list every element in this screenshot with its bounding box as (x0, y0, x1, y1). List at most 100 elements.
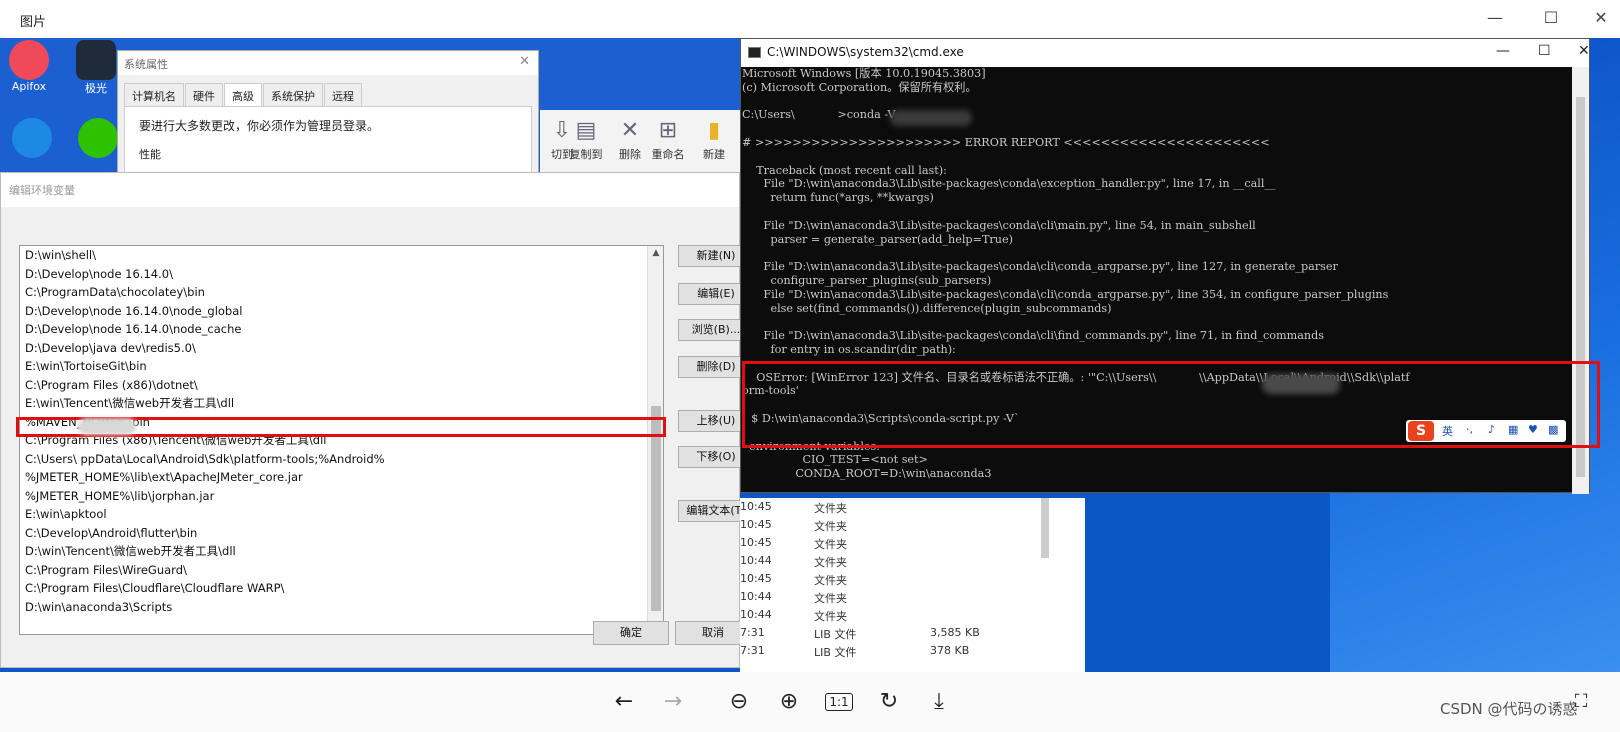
file-time: 10:45 (740, 500, 772, 513)
wechat-icon (78, 118, 118, 158)
path-item[interactable]: E:\win\Tencent\微信web开发者工具\dll (20, 394, 663, 413)
file-type: LIB 文件 (814, 646, 857, 659)
file-type: 文件夹 (814, 538, 847, 551)
path-item[interactable]: D:\Develop\java dev\redis5.0\ (20, 339, 663, 358)
path-item[interactable]: D:\Develop\node 16.14.0\node_cache (20, 320, 663, 339)
zoom-out-icon[interactable]: ⊖ (723, 686, 755, 718)
scroll-thumb[interactable] (1041, 498, 1049, 558)
file-time: 10:45 (740, 518, 772, 531)
jiguang-icon (76, 40, 116, 80)
console-line: C:\Users\ >conda -V (742, 108, 896, 122)
close-icon[interactable]: ✕ (1589, 6, 1613, 30)
ok-button[interactable]: 确定 (593, 621, 669, 645)
forward-icon[interactable]: → (657, 686, 689, 718)
path-item[interactable]: D:\win\anaconda3\Scripts (20, 598, 663, 617)
file-type: 文件夹 (814, 610, 847, 623)
path-list[interactable]: D:\win\shell\ D:\Develop\node 16.14.0\ C:\… (19, 245, 664, 635)
file-size: 378 KB (930, 644, 970, 657)
console-line: File "D:\win\anaconda3\Lib\site-packages… (742, 218, 1256, 232)
toolbox-icon[interactable]: ▩ (1548, 423, 1558, 436)
file-time: 10:44 (740, 590, 772, 603)
ime-toolbar[interactable]: S 英 ·, ♪ ▦ ♥ ▩ (1406, 420, 1566, 442)
path-item[interactable]: D:\Develop\node 16.14.0\ (20, 265, 663, 284)
path-item[interactable]: C:\Develop\Android\flutter\bin (20, 524, 663, 543)
file-type: 文件夹 (814, 520, 847, 533)
path-item[interactable]: C:\Program Files\Cloudflare\Cloudflare W… (20, 579, 663, 598)
admin-message: 要进行大多数更改，你必须作为管理员登录。 (139, 119, 380, 133)
jiguang-desktop-icon[interactable]: 极光 (70, 40, 122, 96)
maximize-icon[interactable]: ☐ (1538, 43, 1551, 59)
tab-computer-name[interactable]: 计算机名 (124, 83, 184, 108)
button-label: 复制到 (569, 148, 603, 161)
console-line: CONDA_ROOT=D:\win\anaconda3 (742, 467, 992, 481)
back-icon[interactable]: ← (608, 686, 640, 718)
apifox-icon (9, 40, 49, 80)
zoom-in-icon[interactable]: ⊕ (773, 686, 805, 718)
actual-size-icon[interactable]: 1:1 (823, 686, 855, 718)
qq-desktop-icon[interactable] (6, 118, 58, 158)
tab-system-protection[interactable]: 系统保护 (263, 83, 323, 108)
minimize-icon[interactable]: — (1496, 43, 1510, 59)
path-item[interactable]: D:\win\shell\ (20, 246, 663, 265)
folder-icon: ▮ (707, 118, 721, 143)
envdlg-title: 编辑环境变量 (1, 173, 739, 207)
viewer-toolbar: ← → ⊖ ⊕ 1:1 ↻ ⤓ ⛶ (0, 672, 1620, 732)
file-time: 7:31 (740, 644, 765, 657)
scroll-up-icon[interactable]: ▲ (648, 248, 663, 258)
performance-section-label: 性能 (139, 148, 161, 161)
path-item[interactable]: C:\Program Files\WireGuard\ (20, 561, 663, 580)
file-type: 文件夹 (814, 502, 847, 515)
close-icon[interactable]: ✕ (519, 54, 530, 69)
rotate-icon[interactable]: ↻ (873, 686, 905, 718)
path-item[interactable]: E:\win\apktool (20, 505, 663, 524)
tab-remote[interactable]: 远程 (324, 83, 362, 108)
close-icon[interactable]: ✕ (1578, 43, 1590, 59)
path-item[interactable]: %JMETER_HOME%\lib\jorphan.jar (20, 487, 663, 506)
qq-icon (12, 118, 52, 158)
path-item[interactable]: E:\win\TortoiseGit\bin (20, 357, 663, 376)
path-item[interactable]: C:\Program Files (x86)\dotnet\ (20, 376, 663, 395)
redacted-username (890, 110, 972, 126)
console-line: else set(find_commands()).difference(plu… (742, 301, 1112, 315)
path-item[interactable]: %JMETER_HOME%\lib\ext\ApacheJMeter_core.… (20, 468, 663, 487)
scrollbar[interactable]: ▲ ▼ (647, 246, 663, 634)
tab-advanced[interactable]: 高级 (224, 83, 262, 108)
minimize-icon[interactable]: — (1483, 6, 1507, 30)
window-title: 图片 (20, 15, 47, 30)
path-item[interactable]: C:\ProgramData\chocolatey\bin (20, 283, 663, 302)
file-type: 文件夹 (814, 574, 847, 587)
file-time: 10:44 (740, 608, 772, 621)
maximize-icon[interactable]: ☐ (1539, 6, 1563, 30)
file-time: 10:45 (740, 536, 772, 549)
file-type: LIB 文件 (814, 628, 857, 641)
punctuation-icon[interactable]: ·, (1466, 423, 1473, 436)
apifox-desktop-icon[interactable]: Apifox (3, 40, 55, 93)
rename-button[interactable]: ⊞ 重命名 (646, 116, 690, 162)
console-line: (c) Microsoft Corporation。保留所有权利。 (742, 80, 977, 94)
console-line: Traceback (most recent call last): (742, 163, 947, 177)
file-type: 文件夹 (814, 592, 847, 605)
tab-hardware[interactable]: 硬件 (185, 83, 223, 108)
download-icon[interactable]: ⤓ (923, 686, 955, 718)
path-item[interactable]: C:\Users\ ppData\Local\Android\Sdk\platf… (20, 450, 663, 469)
path-item[interactable]: D:\win\Tencent\微信web开发者工具\dll (20, 542, 663, 561)
sogou-logo-icon: S (1408, 421, 1434, 441)
file-time: 10:45 (740, 572, 772, 585)
keyboard-icon[interactable]: ▦ (1508, 423, 1518, 436)
skin-icon[interactable]: ♥ (1528, 423, 1538, 436)
file-time: 10:44 (740, 554, 772, 567)
ime-mode[interactable]: 英 (1442, 423, 1453, 439)
console-line: return func(*args, **kwargs) (742, 191, 934, 205)
microphone-icon[interactable]: ♪ (1488, 423, 1495, 436)
console-line: configure_parser_plugins(sub_parsers) (742, 273, 992, 287)
copy-to-button[interactable]: ▤ 复制到 (564, 116, 608, 162)
new-folder-button[interactable]: ▮ 新建 (692, 116, 736, 162)
cmd-title: C:\WINDOWS\system32\cmd.exe (741, 39, 1589, 67)
path-item[interactable]: D:\Develop\node 16.14.0\node_global (20, 302, 663, 321)
